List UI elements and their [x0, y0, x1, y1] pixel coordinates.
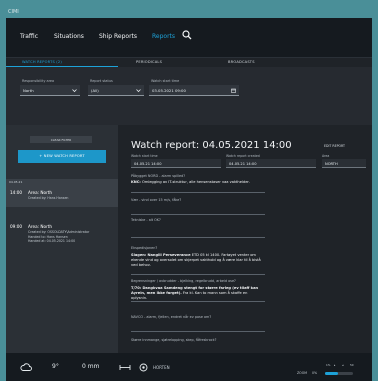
question-label: Påbygget NORD - alarm spilled?: [131, 174, 186, 178]
answer-bold: Slagen: Nangill Perseverance: [131, 253, 191, 257]
answer-text: T/70: Dangkvaa Samdeng stengt for større…: [131, 286, 263, 301]
report-status-select[interactable]: (All): [88, 85, 144, 96]
question-label: NAVCO - alarm, fjellen, endret når ev po…: [131, 315, 212, 319]
top-navigation: Traffic Situations Ship Reports Reports: [6, 18, 372, 58]
responsibility-area-value: North: [23, 88, 34, 93]
new-watch-report-label: + NEW WATCH REPORT: [39, 154, 85, 158]
entry-detail: Created by: Hans Hansen: [28, 196, 69, 200]
clear-filter-button[interactable]: CLEAR FILTER: [30, 136, 92, 143]
scale-label: ▸: [334, 363, 336, 367]
report-title: Watch report: 04.05.2021 14:00: [131, 140, 292, 151]
window-title: CIMI: [8, 9, 19, 15]
nav-traffic[interactable]: Traffic: [20, 33, 38, 40]
entry-detail: Handed to: Hans Hansen: [28, 234, 68, 239]
watch-start-time-label: Watch start time: [131, 154, 158, 158]
watch-start-value: 03.05.2021 09:00: [152, 88, 186, 93]
scale-label: ◂: [342, 363, 344, 367]
responsibility-area-label: Responsibility area: [22, 79, 55, 83]
answer-bold: KNC:: [131, 180, 141, 184]
status-bar: 9° 0 mm HORTEN ZOOM 0% 1% ▸ ◂ 50: [6, 353, 372, 381]
question-label: Tekniske - alt OK?: [131, 218, 161, 222]
scale-label: 50: [350, 363, 354, 367]
watch-start-input[interactable]: 03.05.2021 09:00: [149, 85, 239, 96]
zoom-slider[interactable]: [325, 372, 353, 375]
measure-icon[interactable]: [119, 364, 131, 371]
question-label: Vær - vind over 15 m/s, fåke?: [131, 198, 182, 202]
report-tabs: WATCH REPORTS (2) PERIODICALS BROADCASTS: [6, 58, 372, 67]
answer-divider: [131, 274, 265, 275]
watch-start-label: Watch start time: [151, 79, 180, 83]
wind-value: 9°: [52, 363, 59, 370]
zoom-label: ZOOM: [297, 371, 307, 375]
app-window: Traffic Situations Ship Reports Reports …: [6, 18, 372, 381]
location-name: HORTEN: [153, 365, 170, 370]
entry-area: Area: North: [28, 224, 53, 229]
entry-area: Area: North: [28, 190, 53, 195]
filter-bar: Responsibility area North Report status …: [6, 67, 372, 125]
entry-time: 14:00: [10, 190, 23, 195]
list-item[interactable]: 14:00 Area: North Created by: Hans Hanse…: [6, 185, 118, 207]
question-label: Større innmange, sjøtrelopping, skep, få…: [131, 338, 217, 342]
new-watch-report-button[interactable]: + NEW WATCH REPORT: [18, 150, 106, 163]
area-label: Area: [322, 154, 330, 158]
list-item[interactable]: 09:00 Area: North Created by: OSSOLDATY\…: [6, 220, 118, 252]
answer-text: Slagen: Nangill Perseverance ETD 05 kl 1…: [131, 253, 263, 268]
area-field: NORTH: [322, 159, 366, 168]
answer-text: KNC: Omlegging av IT-struktur, alle hens…: [131, 180, 263, 185]
area-value: NORTH: [325, 161, 338, 166]
report-created-value: 04.05.21 14:00: [229, 161, 257, 166]
answer-divider: [131, 331, 265, 332]
cloud-icon: [20, 363, 32, 371]
question-label: Begrensninger / avbrudder - bjelking, re…: [131, 279, 236, 283]
edit-report-button[interactable]: EDIT REPORT: [324, 144, 345, 148]
report-list-panel: CLEAR FILTER + NEW WATCH REPORT 04.05.21…: [6, 125, 118, 353]
zoom-slider-fill: [325, 372, 338, 375]
entry-time: 09:00: [10, 224, 23, 229]
entry-detail: Created by: OSSOLDATY\Administrator: [28, 230, 90, 234]
report-detail: Watch report: 04.05.2021 14:00 EDIT REPO…: [118, 125, 372, 353]
answer-divider: [131, 301, 265, 302]
scale-label: 1%: [326, 363, 331, 367]
list-date-label: 04.05.21: [9, 180, 23, 184]
report-status-label: Report status: [90, 79, 113, 83]
tab-watch-reports[interactable]: WATCH REPORTS (2): [22, 60, 62, 64]
watch-start-time-value: 04.05.21 14:00: [134, 161, 162, 166]
tab-broadcasts[interactable]: BROADCASTS: [228, 60, 255, 64]
report-created-field: 04.05.21 14:00: [226, 159, 316, 168]
answer-divider: [131, 214, 265, 215]
watch-start-time-field: 04.05.21 14:00: [131, 159, 221, 168]
nav-situations[interactable]: Situations: [54, 33, 84, 40]
search-icon[interactable]: [182, 30, 192, 40]
answer-divider: [131, 192, 265, 193]
report-created-label: Watch report created: [226, 154, 260, 158]
report-status-value: (All): [91, 88, 99, 93]
answer-divider: [131, 237, 265, 238]
nav-reports[interactable]: Reports: [152, 33, 175, 40]
question-label: Ekspedisjonen?: [131, 246, 158, 250]
tab-periodicals[interactable]: PERIODICALS: [136, 60, 162, 64]
answer-body: Omlegging av IT-struktur, alle hensensta…: [140, 180, 250, 184]
location-icon[interactable]: [139, 363, 148, 372]
responsibility-area-select[interactable]: North: [20, 85, 80, 96]
entry-detail: Handed at: 04.05.2021 14:00: [28, 239, 76, 243]
clear-filter-label: CLEAR FILTER: [50, 137, 72, 142]
calendar-icon[interactable]: [231, 88, 236, 93]
nav-ship-reports[interactable]: Ship Reports: [99, 33, 137, 40]
chevron-down-icon: [136, 89, 141, 93]
precipitation-value: 0 mm: [82, 363, 100, 370]
zoom-value: 0%: [312, 371, 318, 375]
chevron-down-icon: [72, 89, 77, 93]
window-titlebar: CIMI: [6, 6, 378, 18]
